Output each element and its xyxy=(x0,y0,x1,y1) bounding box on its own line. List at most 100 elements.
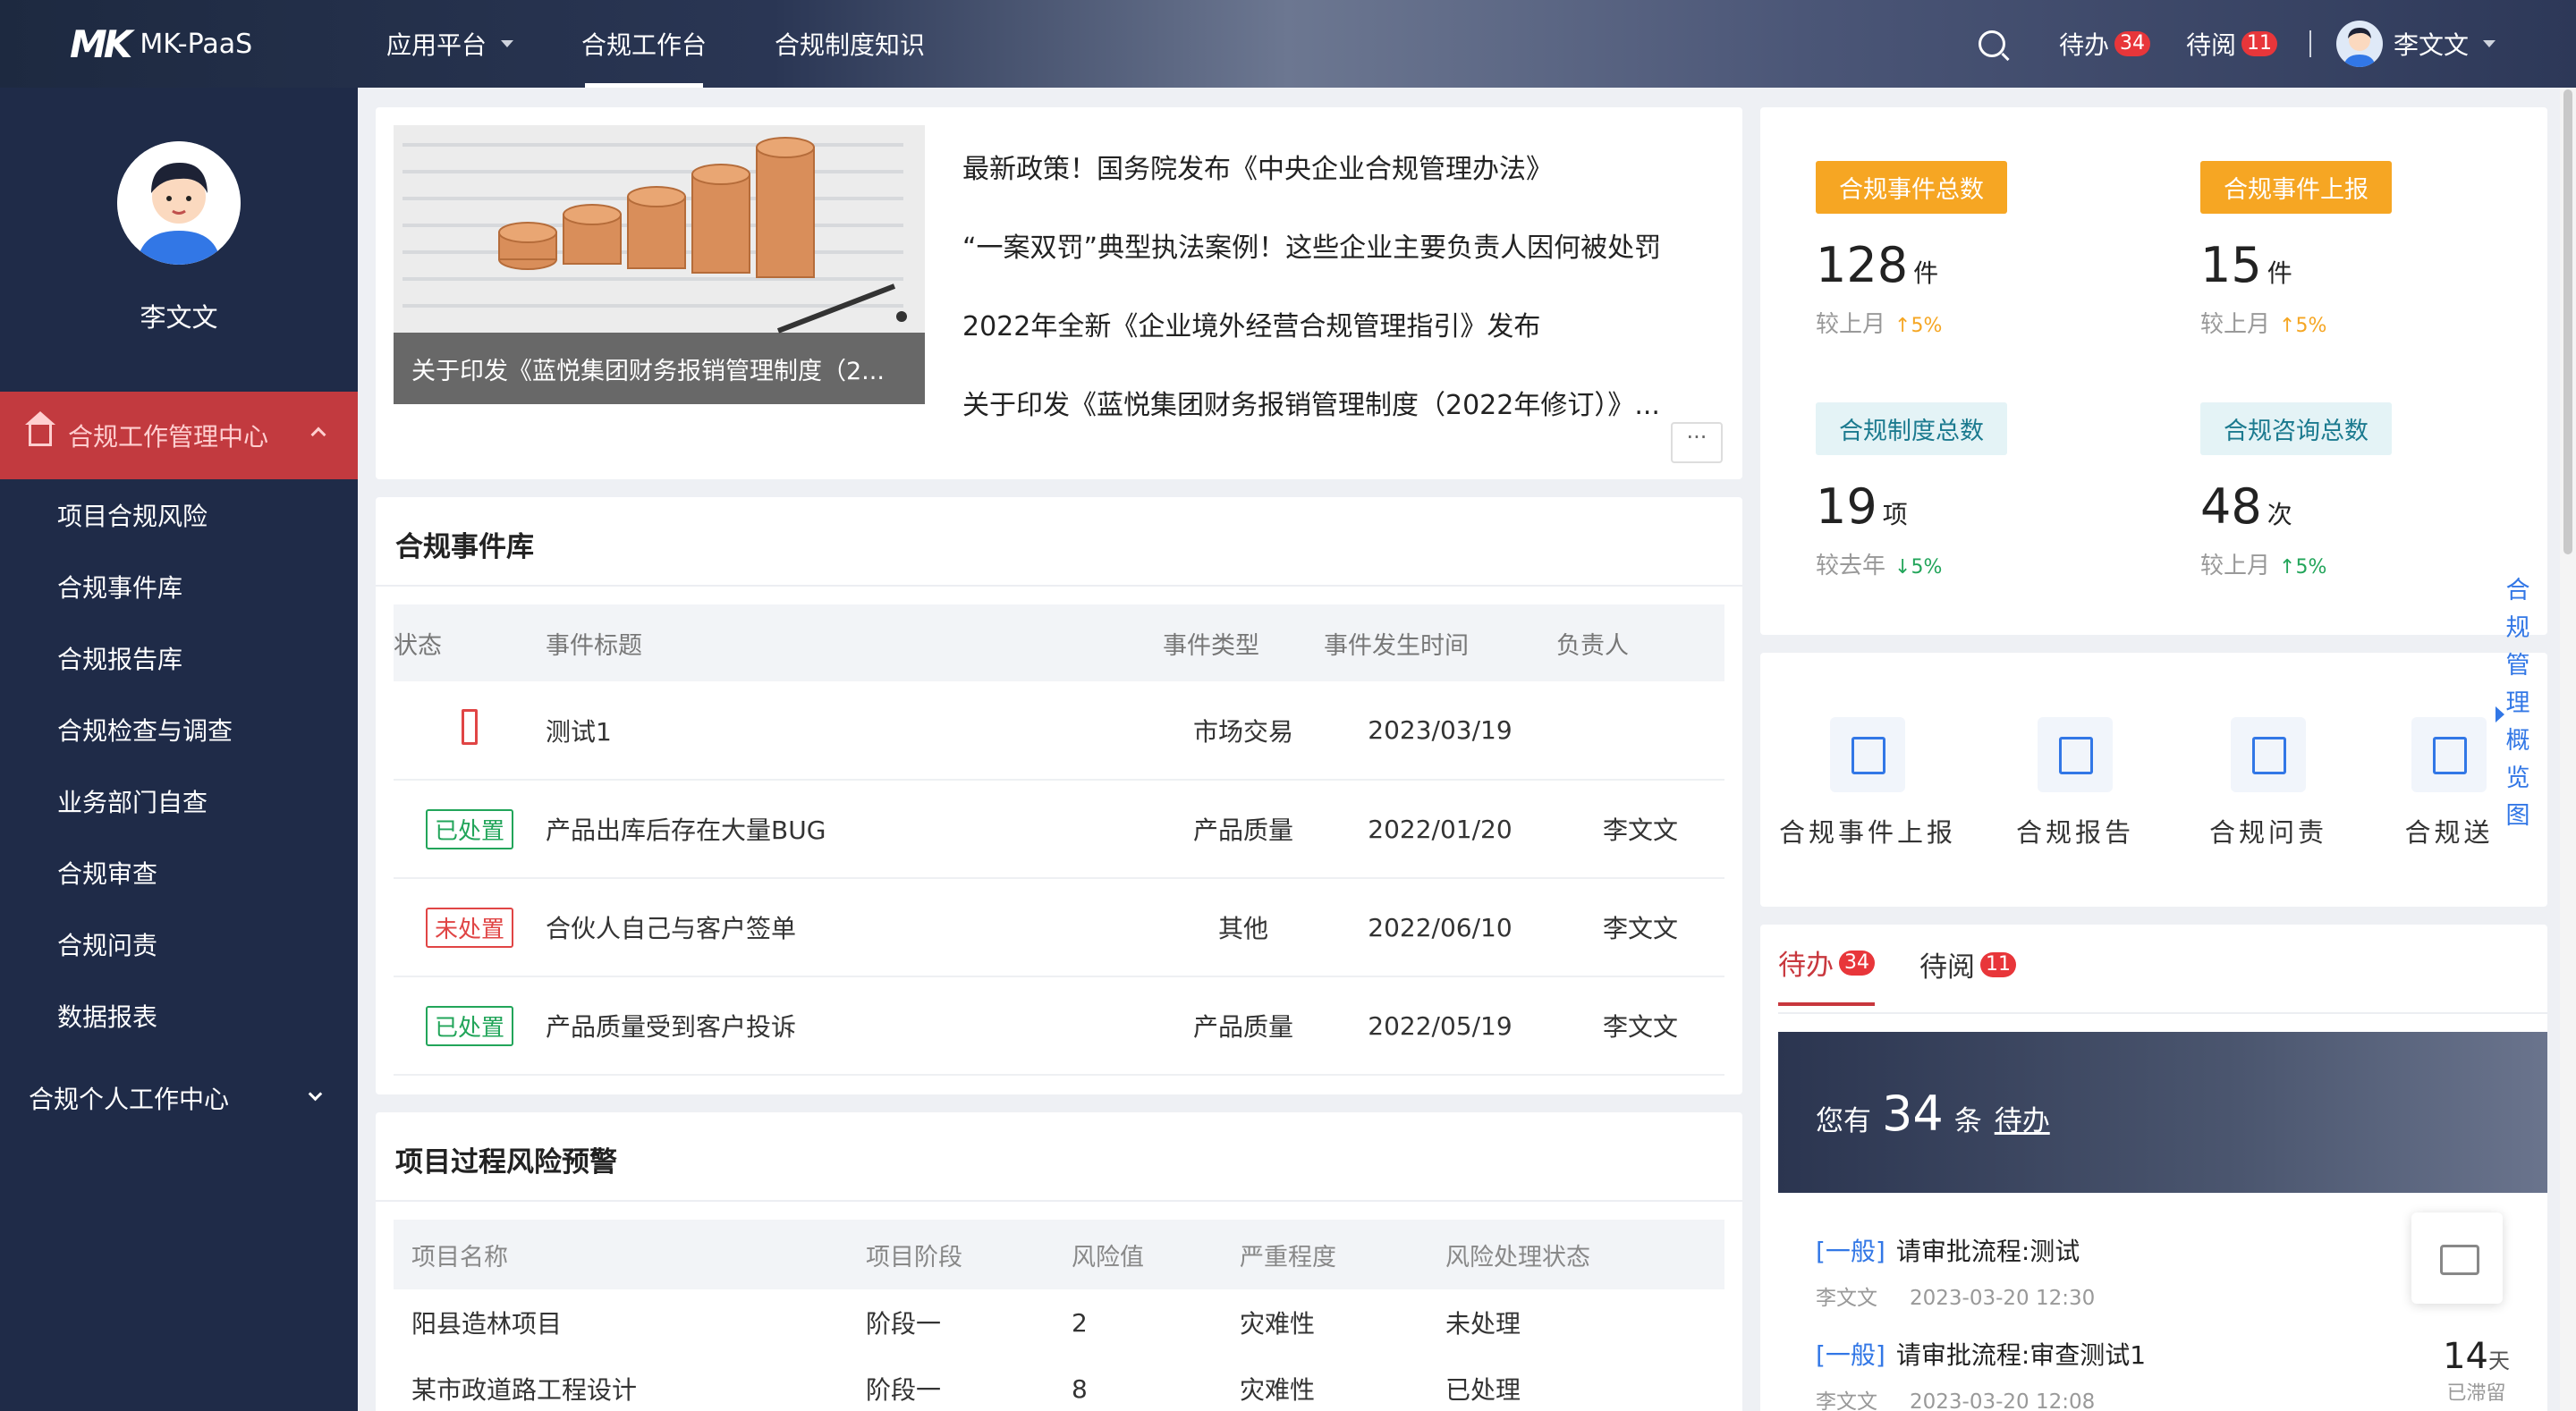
col-header: 项目名称 xyxy=(394,1220,866,1289)
search-icon[interactable] xyxy=(1978,30,2005,57)
risk-state: 未处理 xyxy=(1445,1309,1521,1339)
news-link[interactable]: 最新政策！国务院发布《中央企业合规管理办法》 xyxy=(962,127,1732,206)
quick-send[interactable]: 合规送 xyxy=(2386,717,2512,849)
sidebar-item-accountability[interactable]: 合规问责 xyxy=(0,908,358,980)
event-date: 2022/05/19 xyxy=(1324,976,1556,1076)
nav-label: 应用平台 xyxy=(386,30,487,60)
sidebar-item-project-risk[interactable]: 项目合规风险 xyxy=(0,479,358,551)
stat-unit: 项 xyxy=(1882,500,1908,529)
sidebar-item-inspection[interactable]: 合规检查与调查 xyxy=(0,694,358,765)
main-nav: 应用平台 合规工作台 合规制度知识 xyxy=(352,0,959,88)
header-todo[interactable]: 待办 34 xyxy=(2059,26,2150,62)
hand-icon xyxy=(2411,717,2487,792)
stat-event-total[interactable]: 合规事件总数 128 件 较上月 ↑5% xyxy=(1816,161,2156,339)
stat-event-report[interactable]: 合规事件上报 15 件 较上月 ↑5% xyxy=(2200,161,2540,339)
events-table: 状态 事件标题 事件类型 事件发生时间 负责人 测试1 市场交易 2023/03… xyxy=(394,604,1724,1076)
sidebar-menu: 项目合规风险 合规事件库 合规报告库 合规检查与调查 业务部门自查 合规审查 合… xyxy=(0,479,358,1052)
todo-summary: 您有 34 条 待办 xyxy=(1816,1086,2050,1142)
sidebar-item-self-check[interactable]: 业务部门自查 xyxy=(0,765,358,837)
status-tag xyxy=(462,709,478,745)
sidebar-item-data-report[interactable]: 数据报表 xyxy=(0,980,358,1052)
avatar[interactable] xyxy=(117,141,241,265)
stat-value: 48 次 xyxy=(2200,478,2540,535)
tab-todo[interactable]: 待办 34 xyxy=(1778,942,1875,1006)
sidebar-item-report-library[interactable]: 合规报告库 xyxy=(0,622,358,694)
quick-event-report[interactable]: 合规事件上报 xyxy=(1778,717,1957,849)
side-tab-char: 规 xyxy=(2505,614,2530,642)
carousel-dot[interactable] xyxy=(896,311,907,322)
stat-rule-total[interactable]: 合规制度总数 19 项 较去年 ↓5% xyxy=(1816,402,2156,580)
event-owner: 李文文 xyxy=(1556,976,1724,1076)
event-title[interactable]: 产品出库后存在大量BUG xyxy=(546,780,1163,879)
project-name[interactable]: 某市政道路工程设计 xyxy=(394,1356,866,1411)
table-row[interactable]: 阳县造林项目 阶段一 2 灾难性 未处理 xyxy=(394,1289,1724,1356)
risk-value: 2 xyxy=(1072,1307,1088,1338)
header-actions: 待办 34 待阅 11 李文文 xyxy=(1978,0,2496,88)
project-stage: 阶段一 xyxy=(866,1309,942,1339)
logo[interactable]: MK MK-PaaS xyxy=(70,22,252,66)
sidebar-group-personal[interactable]: 合规个人工作中心 xyxy=(0,1062,358,1134)
col-header: 负责人 xyxy=(1556,604,1724,681)
sidebar-group-label: 合规个人工作中心 xyxy=(29,1085,230,1114)
sidebar: 李文文 合规工作管理中心 项目合规风险 合规事件库 合规报告库 合规检查与调查 … xyxy=(0,88,358,1411)
sidebar-item-label: 项目合规风险 xyxy=(57,502,208,531)
user-menu[interactable]: 李文文 xyxy=(2335,21,2496,67)
table-row[interactable]: 某市政道路工程设计 阶段一 8 灾难性 已处理 xyxy=(394,1356,1724,1411)
news-caption[interactable]: 关于印发《蓝悦集团财务报销管理制度（2... xyxy=(394,333,925,404)
header-read[interactable]: 待阅 11 xyxy=(2186,26,2277,62)
tab-label: 待阅 xyxy=(1919,951,1975,984)
list-item[interactable]: [一般] 请审批流程:审查测试1 李文文 2023-03-20 12:08 14天 … xyxy=(1816,1336,2531,1411)
quick-report[interactable]: 合规报告 xyxy=(2004,717,2147,849)
sidebar-item-review[interactable]: 合规审查 xyxy=(0,837,358,908)
risk-state: 已处理 xyxy=(1445,1375,1521,1405)
sidebar-item-event-library[interactable]: 合规事件库 xyxy=(0,551,358,622)
table-row[interactable]: 测试1 市场交易 2023/03/19 xyxy=(394,681,1724,781)
section-title: 合规事件库 xyxy=(395,531,534,563)
table-row[interactable]: 未处置 合伙人自己与客户签单 其他 2022/06/10 李文文 xyxy=(394,878,1724,977)
table-row[interactable]: 已处置 产品出库后存在大量BUG 产品质量 2022/01/20 李文文 xyxy=(394,780,1724,879)
stat-compare-label: 较去年 xyxy=(1816,553,1886,579)
risk-card: 项目过程风险预警 项目名称 项目阶段 风险值 严重程度 风险处理状态 阳县造林项… xyxy=(376,1112,1742,1411)
project-name[interactable]: 阳县造林项目 xyxy=(394,1289,866,1356)
stat-consult-total[interactable]: 合规咨询总数 48 次 较上月 ↑5% xyxy=(2200,402,2540,580)
todo-user: 李文文 xyxy=(1816,1287,1877,1310)
tab-read[interactable]: 待阅 11 xyxy=(1919,942,2016,1006)
table-row[interactable]: 已处置 产品质量受到客户投诉 产品质量 2022/05/19 李文文 xyxy=(394,976,1724,1076)
todo-meta: 李文文 2023-03-20 12:08 xyxy=(1816,1384,2531,1411)
event-type: 其他 xyxy=(1163,878,1324,977)
quick-accountability[interactable]: 合规问责 xyxy=(2197,717,2340,849)
stats-card: 合规事件总数 128 件 较上月 ↑5% 合规事件上报 15 件 较上月 ↑5% 合规制… xyxy=(1760,107,2547,635)
col-header: 严重程度 xyxy=(1240,1220,1445,1289)
overview-side-tab[interactable]: 合规管理概览图 xyxy=(2504,572,2531,835)
news-link[interactable]: 2022年全新《企业境外经营合规管理指引》发布 xyxy=(962,284,1732,363)
event-title[interactable]: 产品质量受到客户投诉 xyxy=(546,976,1163,1076)
sidebar-group-compliance-management[interactable]: 合规工作管理中心 xyxy=(0,392,358,479)
stat-number: 15 xyxy=(2200,237,2262,293)
event-title[interactable]: 测试1 xyxy=(546,681,1163,781)
more-button[interactable]: ··· xyxy=(1671,422,1723,463)
news-link[interactable]: “一案双罚”典型执法案例！这些企业主要负责人因何被处罚 xyxy=(962,206,1732,284)
news-carousel[interactable]: 关于印发《蓝悦集团财务报销管理制度（2... xyxy=(394,125,925,404)
nav-app-platform[interactable]: 应用平台 xyxy=(352,0,547,88)
stay-days-unit: 天 xyxy=(2488,1348,2510,1373)
nav-compliance-workbench[interactable]: 合规工作台 xyxy=(547,0,741,88)
floating-action-button[interactable] xyxy=(2411,1212,2503,1304)
nav-compliance-knowledge[interactable]: 合规制度知识 xyxy=(741,0,959,88)
expand-arrow-icon[interactable] xyxy=(2496,706,2504,722)
col-header: 风险处理状态 xyxy=(1445,1220,1724,1289)
event-title[interactable]: 合伙人自己与客户签单 xyxy=(546,878,1163,977)
news-link[interactable]: 关于印发《蓝悦集团财务报销管理制度（2022年修订）》... xyxy=(962,363,1732,442)
scrollbar-thumb[interactable] xyxy=(2563,89,2572,554)
side-tab-char: 合 xyxy=(2505,577,2530,604)
header-todo-label: 待办 xyxy=(2058,30,2109,60)
todo-link[interactable]: 待办 xyxy=(1995,1098,2050,1138)
event-date: 2023/03/19 xyxy=(1324,681,1556,781)
chevron-down-icon xyxy=(308,1086,323,1102)
sidebar-item-label: 业务部门自查 xyxy=(57,788,208,817)
quick-label: 合规事件上报 xyxy=(1778,817,1956,848)
stay-label: 已滞留 xyxy=(2446,1382,2506,1405)
event-owner xyxy=(1556,681,1724,781)
stat-compare: 较上月 ↑5% xyxy=(2200,306,2540,339)
divider xyxy=(2309,30,2311,57)
todo-card: 待办 34 待阅 11 您有 34 条 待办 [一般] 请审批流程:测试 李文文 2… xyxy=(1760,925,2547,1411)
